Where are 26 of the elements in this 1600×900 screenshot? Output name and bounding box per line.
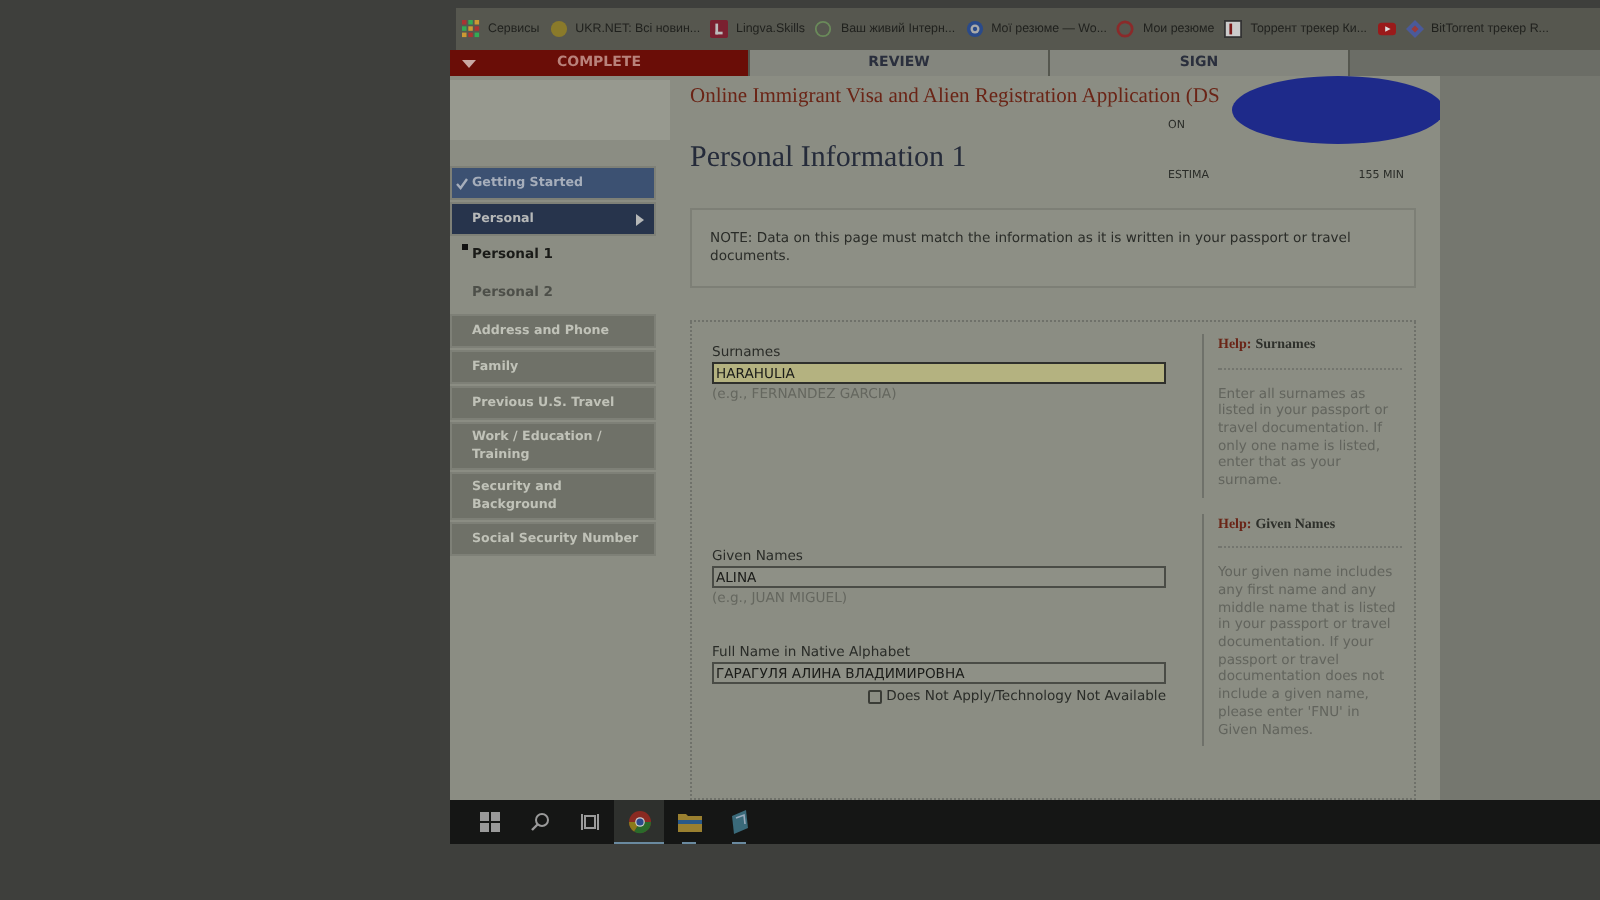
arrow-right-icon [636, 213, 644, 225]
site-icon [1116, 19, 1135, 38]
running-indicator [682, 842, 696, 844]
running-indicator [732, 842, 746, 844]
taskbar-slot[interactable] [614, 800, 664, 844]
checkbox[interactable] [868, 689, 883, 704]
browser-icon[interactable] [627, 810, 651, 834]
video-play-icon [1377, 20, 1396, 38]
application-title: Online Immigrant Visa and Alien Registration Application (DS [690, 84, 1220, 110]
site-icon [1405, 19, 1424, 38]
site-icon [710, 19, 729, 38]
site-icon [549, 19, 568, 38]
running-indicator [614, 842, 664, 844]
caret-icon [462, 59, 476, 67]
site-icon [814, 19, 833, 38]
search-icon[interactable] [529, 812, 549, 832]
check-icon [456, 177, 468, 189]
site-icon [1224, 19, 1243, 38]
app-icon[interactable] [729, 810, 749, 834]
site-icon [965, 19, 984, 38]
page-heading: Personal Information 1 [690, 140, 967, 178]
task-view-icon[interactable] [579, 812, 599, 832]
folder-icon[interactable] [677, 812, 701, 832]
windows-logo-icon[interactable] [479, 812, 499, 832]
apps-grid-icon [462, 19, 480, 38]
current-marker-icon [462, 244, 468, 250]
